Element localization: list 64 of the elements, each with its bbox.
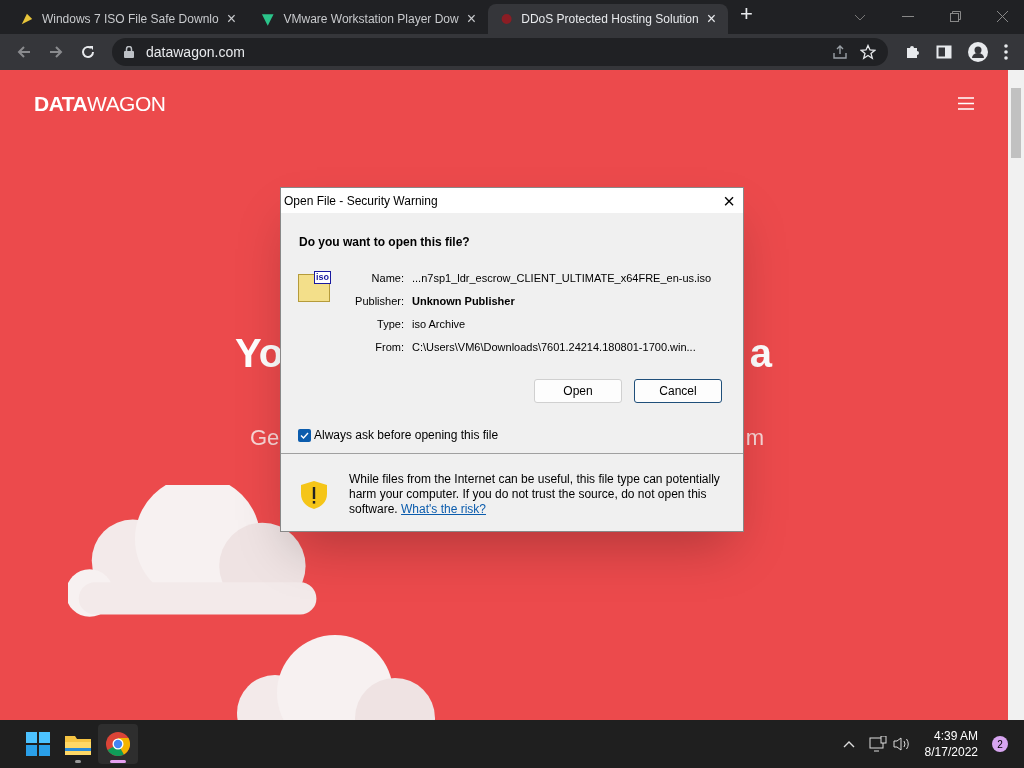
browser-tab[interactable]: DDoS Protected Hosting Solution × bbox=[488, 4, 728, 34]
warning-text: While files from the Internet can be useful, this file type can potentially harm your computer. If you do not trust the source, do not open this software. What's the risk? bbox=[349, 472, 721, 517]
chevron-up-icon[interactable] bbox=[842, 740, 855, 748]
url-text: datawagon.com bbox=[146, 42, 246, 62]
lock-icon bbox=[124, 46, 134, 58]
tab-title: VMware Workstation Player Dow bbox=[283, 11, 459, 28]
close-button[interactable]: × bbox=[723, 190, 735, 211]
field-label: From: bbox=[374, 340, 404, 355]
hero-subtitle: Ge bbox=[250, 423, 280, 452]
side-panel-icon[interactable] bbox=[936, 44, 952, 60]
dialog-title: Open File - Security Warning bbox=[284, 192, 438, 210]
logo[interactable]: DATAWAGON bbox=[34, 88, 166, 120]
minimize-icon[interactable] bbox=[902, 16, 914, 18]
network-icon[interactable] bbox=[868, 736, 887, 752]
reload-icon[interactable] bbox=[80, 44, 96, 60]
always-ask-checkbox[interactable]: Always ask before opening this file bbox=[298, 426, 743, 444]
hero-title: a bbox=[749, 329, 772, 377]
checkmark-icon bbox=[300, 430, 309, 440]
hero-subtitle: m bbox=[745, 423, 764, 452]
address-field[interactable]: datawagon.com bbox=[112, 38, 888, 66]
notification-badge[interactable]: 2 bbox=[992, 736, 1008, 752]
chevron-down-icon[interactable] bbox=[854, 14, 866, 22]
browser-taskbar-button[interactable] bbox=[98, 724, 138, 764]
close-icon[interactable]: × bbox=[706, 7, 716, 31]
field-value: iso Archive bbox=[412, 317, 467, 332]
browser-tab[interactable]: Windows 7 ISO File Safe Downlo × bbox=[8, 4, 248, 34]
clock-time: 4:39 AM bbox=[933, 728, 978, 744]
clock-date: 8/17/2022 bbox=[924, 744, 978, 760]
site-icon bbox=[500, 11, 514, 27]
dialog-question: Do you want to open this file? bbox=[299, 234, 471, 251]
forward-icon[interactable] bbox=[48, 44, 64, 60]
tab-title: DDoS Protected Hosting Solution bbox=[521, 11, 699, 28]
browser-logo-icon bbox=[106, 732, 130, 756]
new-tab-button[interactable]: + bbox=[740, 0, 753, 30]
folder-icon bbox=[65, 733, 91, 755]
field-value: C:\Users\VM6\Downloads\7601.24214.180801-1700.win... bbox=[412, 340, 697, 355]
puzzle-icon[interactable] bbox=[904, 44, 920, 60]
windows-logo-icon bbox=[26, 732, 50, 756]
menu-icon[interactable] bbox=[1004, 44, 1008, 60]
field-value: ...n7sp1_ldr_escrow_CLIENT_ULTIMATE_x64FRE_en-us.iso bbox=[412, 271, 712, 286]
site-icon bbox=[20, 11, 34, 27]
field-value: Unknown Publisher bbox=[412, 294, 516, 309]
profile-icon[interactable] bbox=[968, 42, 988, 62]
risk-link[interactable]: What's the risk? bbox=[401, 502, 486, 516]
close-icon[interactable]: × bbox=[466, 7, 476, 31]
close-icon[interactable] bbox=[997, 11, 1008, 22]
tab-title: Windows 7 ISO File Safe Downlo bbox=[41, 11, 219, 28]
back-icon[interactable] bbox=[16, 44, 32, 60]
dialog-button[interactable]: Cancel bbox=[634, 379, 722, 403]
scrollbar-thumb[interactable] bbox=[1011, 88, 1021, 158]
close-icon[interactable]: × bbox=[226, 7, 236, 31]
share-icon[interactable] bbox=[832, 44, 848, 60]
hero-title: Yo bbox=[235, 329, 284, 377]
star-icon[interactable] bbox=[860, 44, 876, 60]
dialog-button[interactable]: Open bbox=[534, 379, 622, 403]
site-icon bbox=[260, 11, 276, 27]
iso-file-icon: iso bbox=[298, 274, 330, 302]
volume-icon[interactable] bbox=[892, 736, 911, 752]
field-label: Type: bbox=[376, 317, 404, 332]
warning-shield-icon bbox=[299, 479, 329, 510]
browser-tab[interactable]: VMware Workstation Player Dow × bbox=[248, 4, 488, 34]
field-label: Name: bbox=[370, 271, 404, 286]
restore-icon[interactable] bbox=[950, 11, 961, 22]
field-label: Publisher: bbox=[354, 294, 404, 309]
